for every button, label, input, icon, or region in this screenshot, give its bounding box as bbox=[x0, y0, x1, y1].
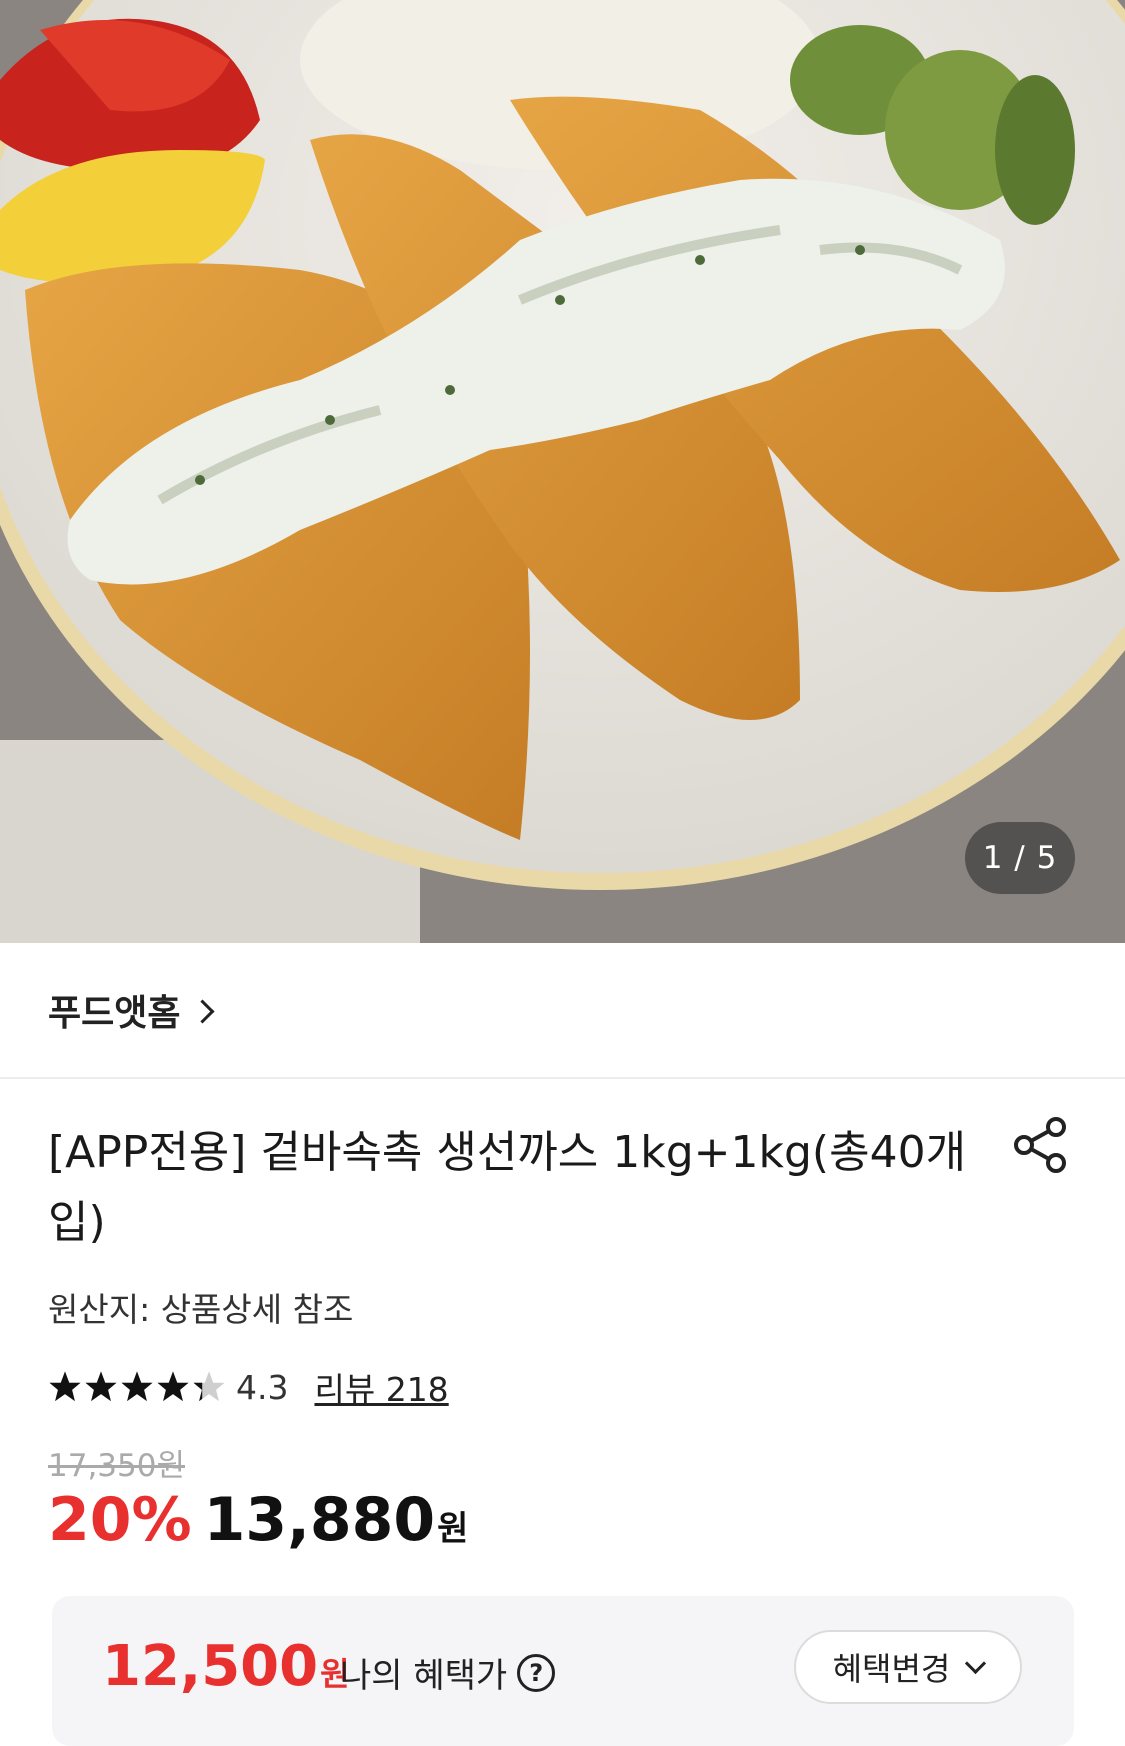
benefit-price: 12,500 원 bbox=[102, 1634, 350, 1699]
product-title: [APP전용] 겉바속촉 생선까스 1kg+1kg(총40개입) bbox=[48, 1127, 967, 1248]
price-row: 20% 13,880 원 bbox=[48, 1485, 468, 1555]
benefit-box: 12,500 원 나의 혜택가 ? 혜택변경 bbox=[52, 1596, 1074, 1746]
product-image-carousel[interactable]: 1 / 5 bbox=[0, 0, 1125, 943]
change-benefit-label: 혜택변경 bbox=[832, 1650, 951, 1688]
image-page-counter: 1 / 5 bbox=[965, 822, 1075, 894]
original-price: 17,350원 bbox=[48, 1448, 185, 1484]
benefit-label-group: 나의 혜택가 ? bbox=[340, 1648, 556, 1697]
star-icon bbox=[49, 1371, 81, 1402]
rating-stars bbox=[48, 1370, 228, 1404]
change-benefit-button[interactable]: 혜택변경 bbox=[794, 1630, 1022, 1704]
seller-row[interactable]: 푸드앳홈 bbox=[0, 943, 1125, 1079]
help-icon[interactable]: ? bbox=[517, 1653, 556, 1692]
star-icon bbox=[193, 1371, 225, 1402]
rating-value: 4.3 bbox=[236, 1367, 289, 1407]
seller-link[interactable]: 푸드앳홈 bbox=[48, 984, 216, 1036]
chevron-down-icon bbox=[965, 1652, 987, 1674]
star-icon bbox=[157, 1371, 189, 1402]
product-photo bbox=[0, 0, 1125, 943]
star-icon bbox=[85, 1371, 117, 1402]
sale-price: 13,880 bbox=[203, 1485, 436, 1555]
benefit-price-value: 12,500 bbox=[102, 1634, 319, 1699]
benefit-label: 나의 혜택가 bbox=[340, 1656, 508, 1696]
share-icon[interactable] bbox=[1010, 1115, 1070, 1175]
rating-row: 4.3 리뷰 218 bbox=[48, 1362, 449, 1412]
star-icon bbox=[121, 1371, 153, 1402]
discount-rate: 20% bbox=[48, 1485, 192, 1555]
seller-name: 푸드앳홈 bbox=[48, 993, 181, 1034]
origin-info: 원산지: 상품상세 참조 bbox=[48, 1290, 354, 1329]
review-link[interactable]: 리뷰 218 bbox=[314, 1363, 448, 1411]
chevron-right-icon bbox=[190, 998, 216, 1024]
sale-price-currency: 원 bbox=[437, 1509, 469, 1549]
